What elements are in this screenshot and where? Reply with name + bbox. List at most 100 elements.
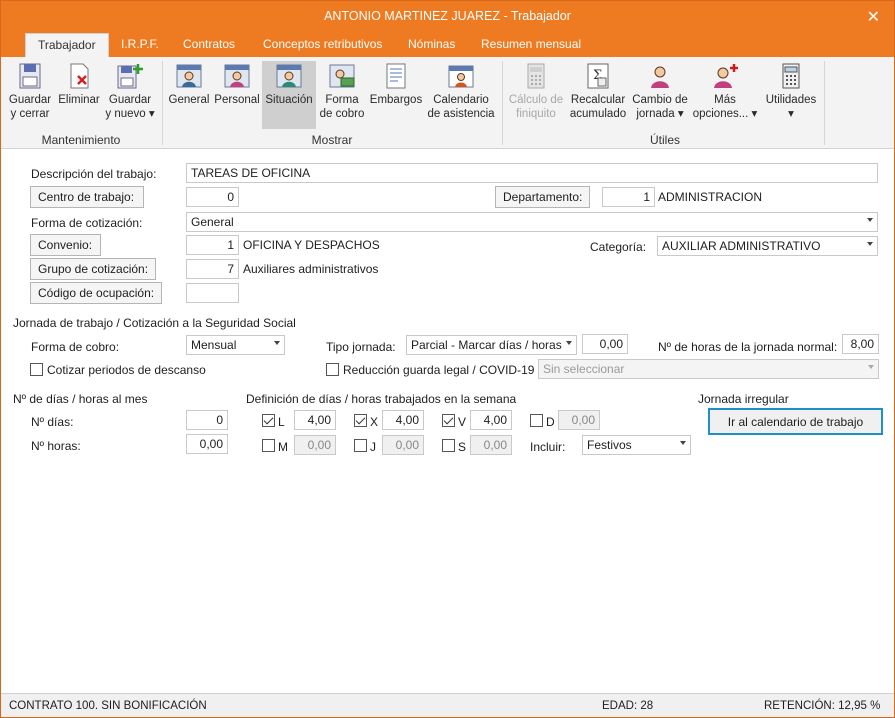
forma-cobro-button[interactable]: Forma de cobro	[319, 61, 365, 129]
day-x-field[interactable]: 4,00	[382, 410, 424, 430]
jornada-irregular-title: Jornada irregular	[698, 392, 789, 406]
eliminar-label: Eliminar	[58, 94, 100, 106]
calendario-label-1: Calendario	[433, 94, 489, 106]
calendario-asistencia-button[interactable]: Calendario de asistencia	[426, 61, 496, 129]
day-d-field[interactable]: 0,00	[558, 410, 600, 430]
recalcular-label-1: Recalcular	[570, 94, 626, 106]
tab-irpf[interactable]: I.R.P.F.	[109, 33, 171, 57]
dias-horas-section-title: Nº de días / horas al mes	[13, 392, 148, 406]
chevron-down-icon	[868, 365, 874, 369]
general-button[interactable]: General	[167, 61, 211, 129]
utilidades-dropdown-icon: ▾	[788, 108, 794, 120]
centro-trabajo-field[interactable]: 0	[186, 187, 239, 207]
ir-calendario-button[interactable]: Ir al calendario de trabajo	[708, 408, 883, 435]
forma-cobro-label-1: Forma	[325, 94, 359, 106]
tab-conceptos-retributivos[interactable]: Conceptos retributivos	[251, 33, 394, 57]
worker-schedule-icon	[651, 66, 669, 88]
cotizacion-value: General	[191, 215, 234, 229]
status-edad: EDAD: 28	[602, 700, 654, 712]
tipo-jornada-select[interactable]: Parcial - Marcar días / horas	[406, 335, 577, 355]
utilidades-label: Utilidades	[765, 94, 817, 106]
recalcular-acumulado-button[interactable]: Σ Recalcular acumulado	[567, 61, 629, 129]
forma-cobro-select[interactable]: Mensual	[186, 335, 285, 355]
departamento-button[interactable]: Departamento:	[495, 186, 590, 208]
day-j-checkbox[interactable]	[354, 439, 367, 452]
departamento-field[interactable]: 1	[602, 187, 655, 207]
dias-field[interactable]: 0	[186, 410, 228, 430]
status-retencion: RETENCIÓN: 12,95 %	[764, 700, 881, 712]
convenio-button[interactable]: Convenio:	[30, 234, 101, 256]
calculo-finiquito-button[interactable]: Cálculo de finiquito	[506, 61, 566, 129]
day-x-checkbox[interactable]	[354, 414, 367, 427]
horas-normal-field[interactable]: 8,00	[842, 334, 879, 354]
tipo-jornada-value: Parcial - Marcar días / horas	[411, 338, 562, 352]
ribbon: Guardar y cerrar Eliminar Guardar y nuev…	[1, 57, 894, 149]
day-v-field[interactable]: 4,00	[470, 410, 512, 430]
payment-method-icon	[329, 64, 355, 88]
worker-situation-icon	[276, 64, 302, 88]
grupo-cotizacion-name: Auxiliares administrativos	[243, 262, 379, 276]
definicion-section-title: Definición de días / horas trabajados en…	[246, 392, 517, 406]
day-s-field[interactable]: 0,00	[470, 435, 512, 455]
codigo-ocupacion-field[interactable]	[186, 283, 239, 303]
personal-button[interactable]: Personal	[213, 61, 261, 129]
day-d-checkbox[interactable]	[530, 414, 543, 427]
day-m-label: M	[278, 440, 288, 454]
day-m-field[interactable]: 0,00	[294, 435, 336, 455]
cotizar-descanso-checkbox[interactable]	[30, 363, 43, 376]
situacion-button[interactable]: Situación	[262, 61, 316, 129]
chevron-down-icon	[867, 218, 873, 222]
cotizar-descanso-label: Cotizar periodos de descanso	[47, 363, 206, 377]
worker-add-icon	[714, 64, 738, 88]
recalcular-label-2: acumulado	[569, 108, 627, 120]
utilidades-button[interactable]: Utilidades ▾	[761, 61, 821, 129]
eliminar-button[interactable]: Eliminar	[55, 61, 103, 129]
close-icon[interactable]: ✕	[867, 7, 880, 27]
day-l-field[interactable]: 4,00	[294, 410, 336, 430]
title-bar: ANTONIO MARTINEZ JUAREZ - Trabajador ✕	[1, 1, 894, 33]
cambio-jornada-button[interactable]: Cambio de jornada ▾	[630, 61, 690, 129]
ribbon-separator	[824, 61, 825, 145]
group-utiles: Útiles	[649, 133, 680, 147]
calculator-icon	[527, 63, 545, 89]
centro-trabajo-button[interactable]: Centro de trabajo:	[30, 186, 144, 208]
categoria-select[interactable]: AUXILIAR ADMINISTRATIVO	[657, 236, 878, 256]
day-v-checkbox[interactable]	[442, 414, 455, 427]
incluir-select[interactable]: Festivos	[582, 435, 691, 455]
tab-trabajador[interactable]: Trabajador	[25, 33, 109, 57]
embargos-button[interactable]: Embargos	[368, 61, 424, 129]
ribbon-separator	[162, 61, 163, 145]
horas-field[interactable]: 0,00	[186, 434, 228, 454]
day-j-field[interactable]: 0,00	[382, 435, 424, 455]
save-close-icon	[19, 63, 41, 89]
tab-contratos[interactable]: Contratos	[171, 33, 247, 57]
save-new-icon	[117, 64, 143, 89]
day-s-checkbox[interactable]	[442, 439, 455, 452]
departamento-name: ADMINISTRACION	[658, 190, 763, 204]
guardar-nuevo-button[interactable]: Guardar y nuevo ▾	[104, 61, 156, 129]
reduccion-guarda-checkbox[interactable]	[326, 363, 339, 376]
day-m-checkbox[interactable]	[262, 439, 275, 452]
tab-nominas[interactable]: Nóminas	[396, 33, 467, 57]
tab-resumen-mensual[interactable]: Resumen mensual	[469, 33, 593, 57]
grupo-cotizacion-button[interactable]: Grupo de cotización:	[30, 258, 156, 280]
day-j-label: J	[370, 440, 376, 454]
grupo-cotizacion-field[interactable]: 7	[186, 259, 239, 279]
status-bar: CONTRATO 100. SIN BONIFICACIÓN EDAD: 28 …	[1, 693, 894, 717]
tipo-jornada-pct-field[interactable]: 0,00	[582, 334, 628, 354]
incluir-value: Festivos	[587, 438, 632, 452]
chevron-down-icon	[680, 441, 686, 445]
guardar-cerrar-button[interactable]: Guardar y cerrar	[5, 61, 55, 129]
codigo-ocupacion-button[interactable]: Código de ocupación:	[30, 282, 162, 304]
worker-personal-icon	[224, 64, 250, 88]
day-l-checkbox[interactable]	[262, 414, 275, 427]
cotizacion-select[interactable]: General	[186, 212, 878, 232]
convenio-field[interactable]: 1	[186, 235, 239, 255]
descripcion-field[interactable]: TAREAS DE OFICINA	[186, 163, 878, 183]
mas-opciones-button[interactable]: Más opciones... ▾	[692, 61, 758, 129]
calendar-icon	[448, 65, 474, 88]
reduccion-guarda-label: Reducción guarda legal / COVID-19	[343, 363, 535, 377]
reduccion-select-value: Sin seleccionar	[543, 362, 625, 376]
day-s-label: S	[458, 440, 467, 454]
reduccion-select[interactable]: Sin seleccionar	[538, 359, 879, 379]
